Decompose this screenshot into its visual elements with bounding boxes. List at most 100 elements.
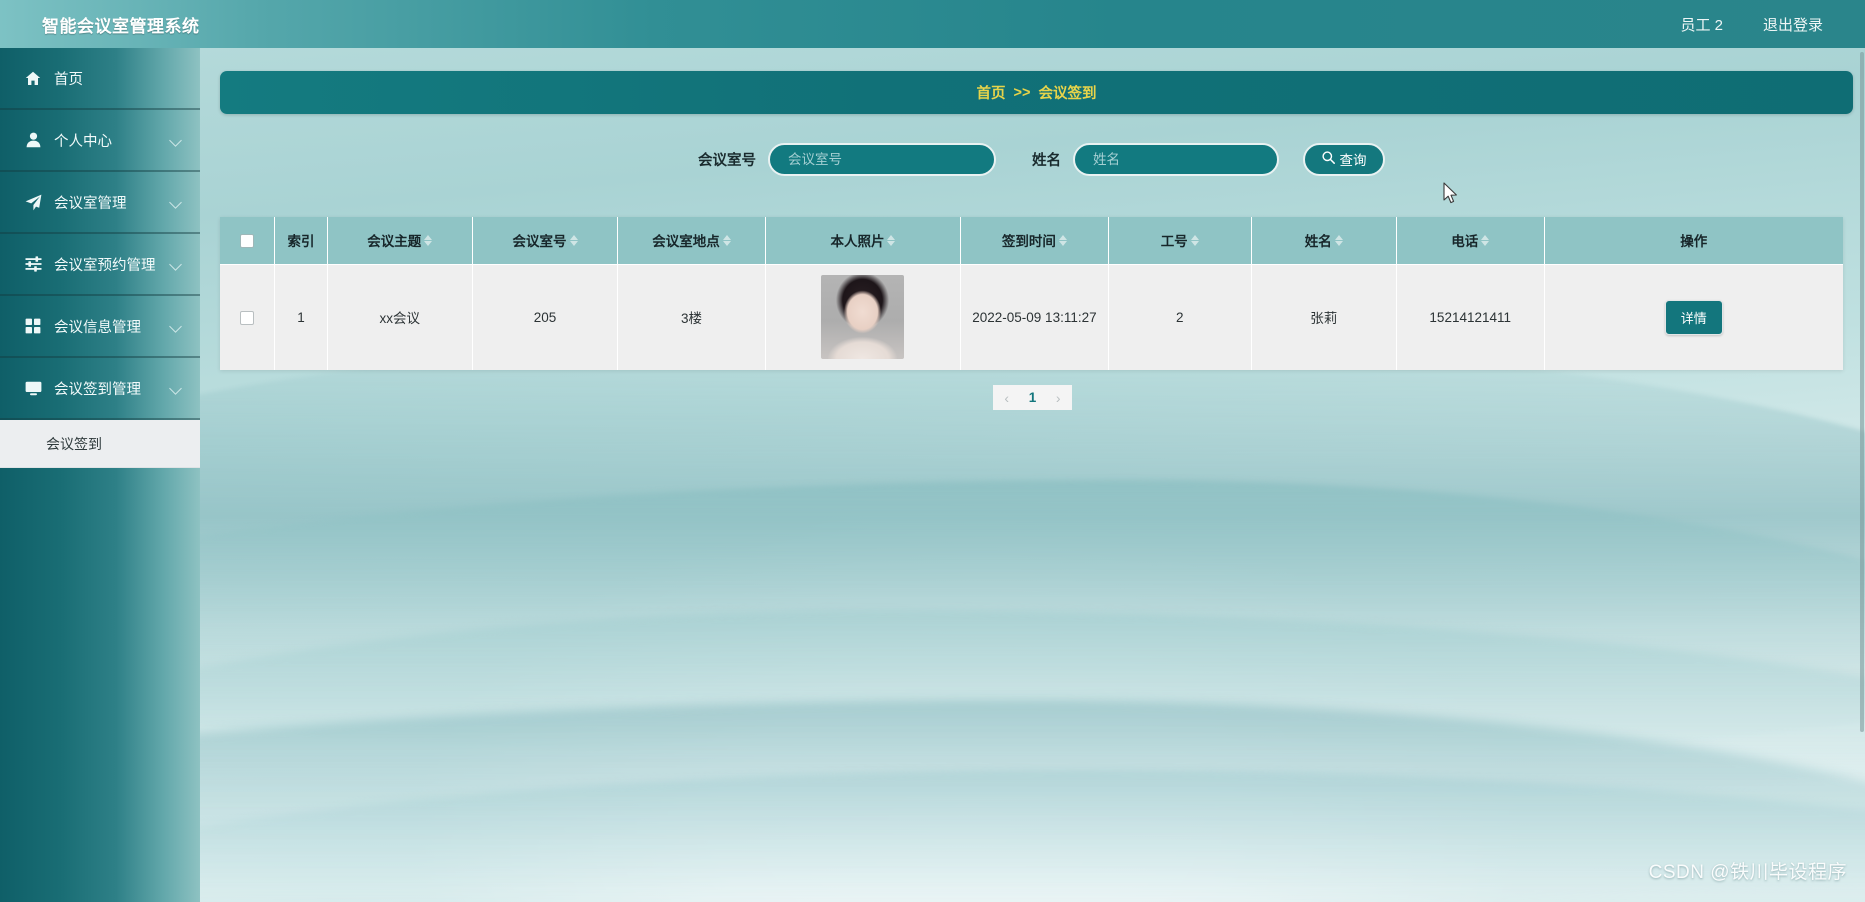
sidebar-item-booking-management[interactable]: 会议室预约管理 xyxy=(0,234,200,296)
current-user-label[interactable]: 员工 2 xyxy=(1680,14,1723,35)
table-row: 1 xx会议 205 3楼 2022-05-09 13:11:27 2 张莉 1… xyxy=(220,264,1843,370)
chevron-down-icon[interactable] xyxy=(169,320,182,333)
column-phone[interactable]: 电话 xyxy=(1396,217,1545,265)
sidebar-item-home[interactable]: 首页 xyxy=(0,48,200,110)
sort-icon[interactable] xyxy=(722,234,731,246)
column-label: 工号 xyxy=(1160,234,1188,250)
name-input[interactable] xyxy=(1073,142,1279,176)
user-icon xyxy=(22,131,44,149)
cell-action: 详情 xyxy=(1544,264,1843,370)
breadcrumb: 首页 >> 会议签到 xyxy=(220,71,1853,114)
cell-location: 3楼 xyxy=(617,264,766,370)
sort-icon[interactable] xyxy=(1058,234,1067,246)
detail-button[interactable]: 详情 xyxy=(1664,299,1723,335)
table-header-row: 索引 会议主题 会议室号 会议室地点 本人照片 签到时间 工号 姓名 电话 操作 xyxy=(220,217,1843,265)
sort-icon[interactable] xyxy=(424,234,433,246)
pagination-box: ‹ 1 › xyxy=(992,385,1073,410)
cell-name: 张莉 xyxy=(1251,264,1397,370)
cell-room: 205 xyxy=(472,264,619,370)
watermark-text: CSDN @铁川毕设程序 xyxy=(1648,862,1847,883)
column-name[interactable]: 姓名 xyxy=(1251,217,1397,265)
sidebar-item-label: 会议室管理 xyxy=(54,195,127,212)
chevron-right-icon[interactable]: › xyxy=(1050,390,1066,406)
column-label: 会议主题 xyxy=(367,234,422,250)
cell-topic: xx会议 xyxy=(327,264,473,370)
top-header-bar: 智能会议室管理系统 员工 2 退出登录 xyxy=(0,0,1865,48)
column-sign-time[interactable]: 签到时间 xyxy=(960,217,1109,265)
cell-employee-no: 2 xyxy=(1108,264,1252,370)
table-header: 索引 会议主题 会议室号 会议室地点 本人照片 签到时间 工号 姓名 电话 操作 xyxy=(220,217,1843,265)
column-label: 本人照片 xyxy=(830,234,885,250)
sidebar-item-label: 个人中心 xyxy=(54,133,112,150)
sort-icon[interactable] xyxy=(1190,234,1199,246)
column-index[interactable]: 索引 xyxy=(274,217,328,265)
chevron-down-icon[interactable] xyxy=(169,196,182,209)
home-icon xyxy=(22,69,44,87)
column-label: 姓名 xyxy=(1304,234,1332,250)
sidebar-item-personal-center[interactable]: 个人中心 xyxy=(0,110,200,172)
breadcrumb-separator: >> xyxy=(1013,84,1031,101)
select-all-checkbox[interactable] xyxy=(240,233,255,248)
sort-icon[interactable] xyxy=(1481,234,1490,246)
column-location[interactable]: 会议室地点 xyxy=(617,217,766,265)
search-button[interactable]: 查询 xyxy=(1303,142,1385,176)
column-room[interactable]: 会议室号 xyxy=(472,217,619,265)
sort-icon[interactable] xyxy=(569,234,578,246)
monitor-icon xyxy=(22,379,44,397)
cell-select xyxy=(220,264,276,370)
sidebar-subitem-label: 会议签到 xyxy=(46,435,102,452)
signin-table-container: 索引 会议主题 会议室号 会议室地点 本人照片 签到时间 工号 姓名 电话 操作… xyxy=(220,217,1843,370)
sliders-icon xyxy=(22,255,44,273)
sidebar-item-label: 会议签到管理 xyxy=(54,381,141,398)
sidebar-item-meeting-info-management[interactable]: 会议信息管理 xyxy=(0,296,200,358)
search-toolbar: 会议室号 姓名 查询 xyxy=(200,139,1865,179)
cell-sign-time: 2022-05-09 13:11:27 xyxy=(960,264,1109,370)
search-icon xyxy=(1321,151,1335,167)
cell-phone: 15214121411 xyxy=(1396,264,1545,370)
room-number-label: 会议室号 xyxy=(698,152,756,169)
page-scrollbar-thumb[interactable] xyxy=(1860,52,1864,732)
sidebar-item-room-management[interactable]: 会议室管理 xyxy=(0,172,200,234)
column-select-all xyxy=(220,217,276,265)
app-title: 智能会议室管理系统 xyxy=(42,16,200,36)
signin-table: 索引 会议主题 会议室号 会议室地点 本人照片 签到时间 工号 姓名 电话 操作… xyxy=(220,217,1843,370)
column-label: 签到时间 xyxy=(1001,234,1056,250)
chevron-down-icon[interactable] xyxy=(169,134,182,147)
sidebar-item-label: 会议信息管理 xyxy=(54,319,141,336)
pagination: ‹ 1 › xyxy=(200,385,1865,410)
breadcrumb-current: 会议签到 xyxy=(1038,86,1097,102)
sidebar-item-label: 首页 xyxy=(54,71,83,88)
main-content: 首页 >> 会议签到 会议室号 姓名 查询 xyxy=(200,48,1865,902)
grid-icon xyxy=(22,317,44,335)
column-label: 电话 xyxy=(1451,234,1479,250)
column-photo[interactable]: 本人照片 xyxy=(765,217,962,265)
column-action: 操作 xyxy=(1544,217,1843,265)
sidebar-item-label: 会议室预约管理 xyxy=(54,257,156,274)
page-number-1[interactable]: 1 xyxy=(1029,390,1037,405)
avatar[interactable] xyxy=(821,275,905,360)
chevron-left-icon[interactable]: ‹ xyxy=(999,390,1015,406)
room-number-input[interactable] xyxy=(768,142,996,176)
chevron-down-icon[interactable] xyxy=(169,258,182,271)
cell-index: 1 xyxy=(274,264,328,370)
sort-icon[interactable] xyxy=(887,234,896,246)
header-actions: 员工 2 退出登录 xyxy=(1680,14,1823,35)
column-label: 会议室地点 xyxy=(652,234,720,250)
breadcrumb-home[interactable]: 首页 xyxy=(977,82,1006,103)
table-body: 1 xx会议 205 3楼 2022-05-09 13:11:27 2 张莉 1… xyxy=(220,264,1843,370)
row-checkbox[interactable] xyxy=(240,310,255,325)
sort-icon[interactable] xyxy=(1334,234,1343,246)
cell-photo xyxy=(765,264,962,370)
column-label: 操作 xyxy=(1680,234,1708,250)
chevron-down-icon[interactable] xyxy=(169,382,182,395)
search-button-label: 查询 xyxy=(1339,153,1367,168)
sidebar-item-signin-management[interactable]: 会议签到管理 xyxy=(0,358,200,420)
name-label: 姓名 xyxy=(1032,152,1061,169)
column-employee-no[interactable]: 工号 xyxy=(1108,217,1252,265)
column-label: 索引 xyxy=(287,234,315,250)
send-icon xyxy=(22,193,44,211)
column-label: 会议室号 xyxy=(512,234,567,250)
column-topic[interactable]: 会议主题 xyxy=(327,217,473,265)
logout-button[interactable]: 退出登录 xyxy=(1763,14,1823,35)
sidebar-subitem-meeting-signin[interactable]: 会议签到 xyxy=(0,420,200,468)
